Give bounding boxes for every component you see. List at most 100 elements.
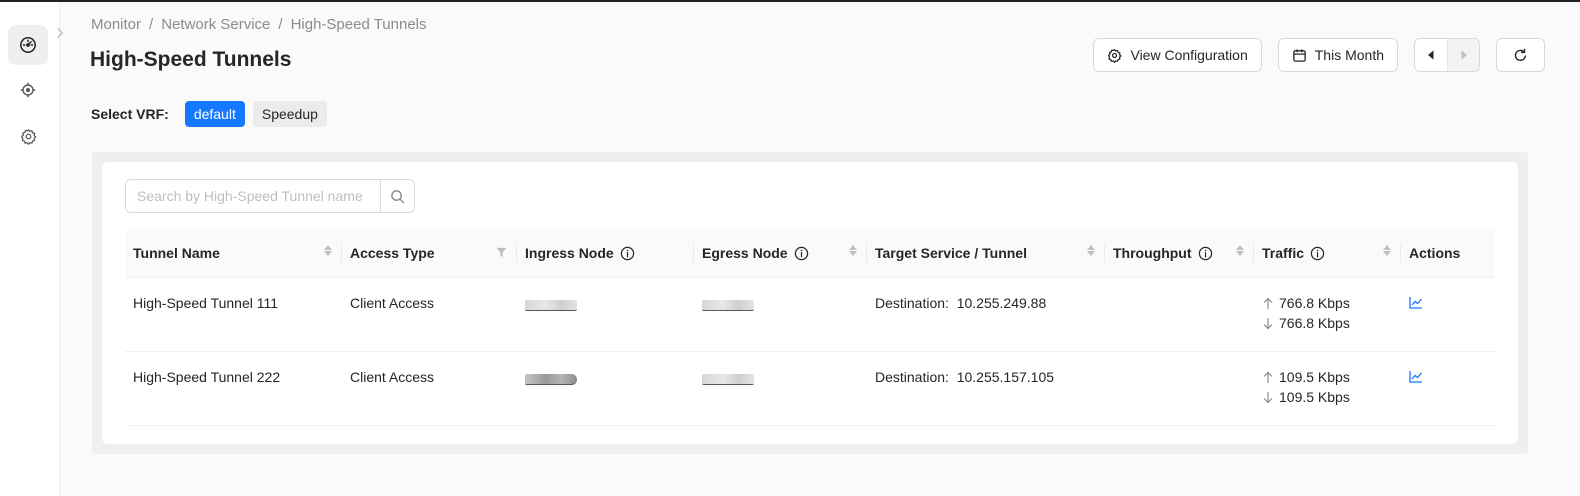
actions-cell bbox=[1401, 352, 1495, 425]
actions-cell bbox=[1401, 278, 1495, 351]
breadcrumb-item-network-service[interactable]: Network Service bbox=[161, 16, 270, 33]
vrf-option-speedup[interactable]: Speedup bbox=[252, 101, 327, 127]
refresh-button[interactable] bbox=[1496, 38, 1545, 72]
info-icon[interactable] bbox=[794, 246, 809, 261]
chevron-right-icon bbox=[57, 28, 64, 38]
calendar-icon bbox=[1292, 48, 1306, 62]
sidebar-item-locate[interactable] bbox=[8, 70, 48, 110]
target-label: Destination: bbox=[875, 295, 949, 311]
arrow-up-icon bbox=[1262, 371, 1274, 384]
traffic-down-value: 109.5 Kbps bbox=[1279, 389, 1350, 405]
ingress-node-cell bbox=[517, 352, 694, 425]
breadcrumb-item-monitor[interactable]: Monitor bbox=[91, 16, 141, 33]
arrow-up-icon bbox=[1262, 297, 1274, 310]
content-area: Tunnel Name Access Type Ingress Node bbox=[92, 152, 1528, 454]
column-header-throughput[interactable]: Throughput bbox=[1105, 229, 1254, 277]
ingress-node-cell bbox=[517, 278, 694, 351]
access-type-cell: Client Access bbox=[350, 295, 435, 311]
vrf-selector: Select VRF: default Speedup bbox=[91, 101, 327, 127]
column-header-traffic[interactable]: Traffic bbox=[1254, 229, 1401, 277]
column-label: Target Service / Tunnel bbox=[875, 245, 1027, 261]
period-stepper bbox=[1414, 38, 1480, 72]
crosshair-icon bbox=[20, 82, 36, 98]
target-value: 10.255.249.88 bbox=[956, 295, 1047, 311]
table-row: High-Speed Tunnel 222 Client Access Dest… bbox=[125, 352, 1495, 426]
sort-icon[interactable] bbox=[1236, 245, 1244, 256]
info-icon[interactable] bbox=[620, 246, 635, 261]
column-header-access-type[interactable]: Access Type bbox=[342, 229, 517, 277]
date-range-label: This Month bbox=[1314, 47, 1384, 63]
breadcrumb: Monitor / Network Service / High-Speed T… bbox=[91, 16, 427, 33]
tunnel-name-cell: High-Speed Tunnel 111 bbox=[133, 295, 279, 311]
column-header-target-service[interactable]: Target Service / Tunnel bbox=[867, 229, 1105, 277]
arrow-down-icon bbox=[1262, 391, 1274, 404]
tunnels-panel: Tunnel Name Access Type Ingress Node bbox=[102, 162, 1518, 444]
toolbar: View Configuration This Month bbox=[1093, 38, 1545, 72]
traffic-cell: 766.8 Kbps 766.8 Kbps bbox=[1254, 278, 1401, 351]
page-title: High-Speed Tunnels bbox=[90, 48, 292, 71]
date-range-button[interactable]: This Month bbox=[1277, 38, 1398, 72]
egress-node-cell bbox=[694, 352, 867, 425]
traffic-up-value: 766.8 Kbps bbox=[1279, 295, 1350, 311]
column-label: Ingress Node bbox=[525, 245, 614, 261]
search-icon bbox=[391, 189, 405, 203]
target-service-cell: Destination: 10.255.157.105 bbox=[867, 352, 1105, 425]
access-type-cell: Client Access bbox=[350, 369, 435, 385]
sort-icon[interactable] bbox=[1383, 245, 1391, 256]
tunnel-name-cell: High-Speed Tunnel 222 bbox=[133, 369, 281, 385]
search-input[interactable] bbox=[126, 180, 380, 212]
column-header-egress-node[interactable]: Egress Node bbox=[694, 229, 867, 277]
info-icon[interactable] bbox=[1310, 246, 1325, 261]
view-configuration-button[interactable]: View Configuration bbox=[1093, 38, 1262, 72]
sort-icon[interactable] bbox=[1087, 245, 1095, 256]
redacted-node-name[interactable] bbox=[525, 374, 577, 385]
column-label: Actions bbox=[1409, 245, 1461, 261]
vrf-option-default[interactable]: default bbox=[184, 101, 245, 127]
breadcrumb-separator: / bbox=[149, 16, 154, 33]
sort-icon[interactable] bbox=[849, 245, 857, 256]
sort-icon[interactable] bbox=[324, 245, 332, 256]
filter-icon[interactable] bbox=[496, 247, 507, 258]
vrf-label: Select VRF: bbox=[91, 106, 169, 122]
sidebar-collapse-toggle[interactable] bbox=[51, 22, 69, 44]
line-chart-icon[interactable] bbox=[1409, 296, 1423, 309]
redacted-node-name[interactable] bbox=[702, 374, 754, 385]
redacted-node-name[interactable] bbox=[525, 300, 577, 311]
target-service-cell: Destination: 10.255.249.88 bbox=[867, 278, 1105, 351]
next-period-button[interactable] bbox=[1447, 39, 1479, 71]
column-label: Traffic bbox=[1262, 245, 1305, 261]
top-border bbox=[0, 0, 1580, 2]
refresh-icon bbox=[1514, 48, 1527, 61]
gear-icon bbox=[20, 128, 36, 145]
throughput-cell bbox=[1105, 352, 1254, 425]
breadcrumb-separator: / bbox=[278, 16, 283, 33]
tunnel-search bbox=[125, 179, 415, 213]
egress-node-cell bbox=[694, 278, 867, 351]
traffic-cell: 109.5 Kbps 109.5 Kbps bbox=[1254, 352, 1401, 425]
target-value: 10.255.157.105 bbox=[956, 369, 1055, 385]
column-header-actions: Actions bbox=[1401, 229, 1495, 277]
caret-left-icon bbox=[1428, 50, 1434, 60]
line-chart-icon[interactable] bbox=[1409, 370, 1423, 383]
throughput-cell bbox=[1105, 278, 1254, 351]
search-button[interactable] bbox=[380, 180, 414, 212]
target-label: Destination: bbox=[875, 369, 949, 385]
traffic-down-value: 766.8 Kbps bbox=[1279, 315, 1350, 331]
column-label: Tunnel Name bbox=[133, 245, 220, 261]
traffic-up-value: 109.5 Kbps bbox=[1279, 369, 1350, 385]
sidebar-item-dashboard[interactable] bbox=[8, 25, 48, 65]
table-header: Tunnel Name Access Type Ingress Node Egr… bbox=[125, 229, 1495, 278]
tunnels-table: Tunnel Name Access Type Ingress Node Egr… bbox=[125, 229, 1495, 426]
dashboard-icon bbox=[20, 37, 36, 53]
column-header-tunnel-name[interactable]: Tunnel Name bbox=[125, 229, 342, 277]
gear-icon bbox=[1108, 48, 1122, 63]
previous-period-button[interactable] bbox=[1415, 39, 1447, 71]
column-label: Egress Node bbox=[702, 245, 788, 261]
column-header-ingress-node: Ingress Node bbox=[517, 229, 694, 277]
column-label: Throughput bbox=[1113, 245, 1192, 261]
redacted-node-name[interactable] bbox=[702, 300, 754, 311]
view-configuration-label: View Configuration bbox=[1130, 47, 1248, 63]
sidebar-item-settings[interactable] bbox=[8, 116, 48, 156]
breadcrumb-item-current: High-Speed Tunnels bbox=[290, 16, 427, 33]
info-icon[interactable] bbox=[1198, 246, 1213, 261]
